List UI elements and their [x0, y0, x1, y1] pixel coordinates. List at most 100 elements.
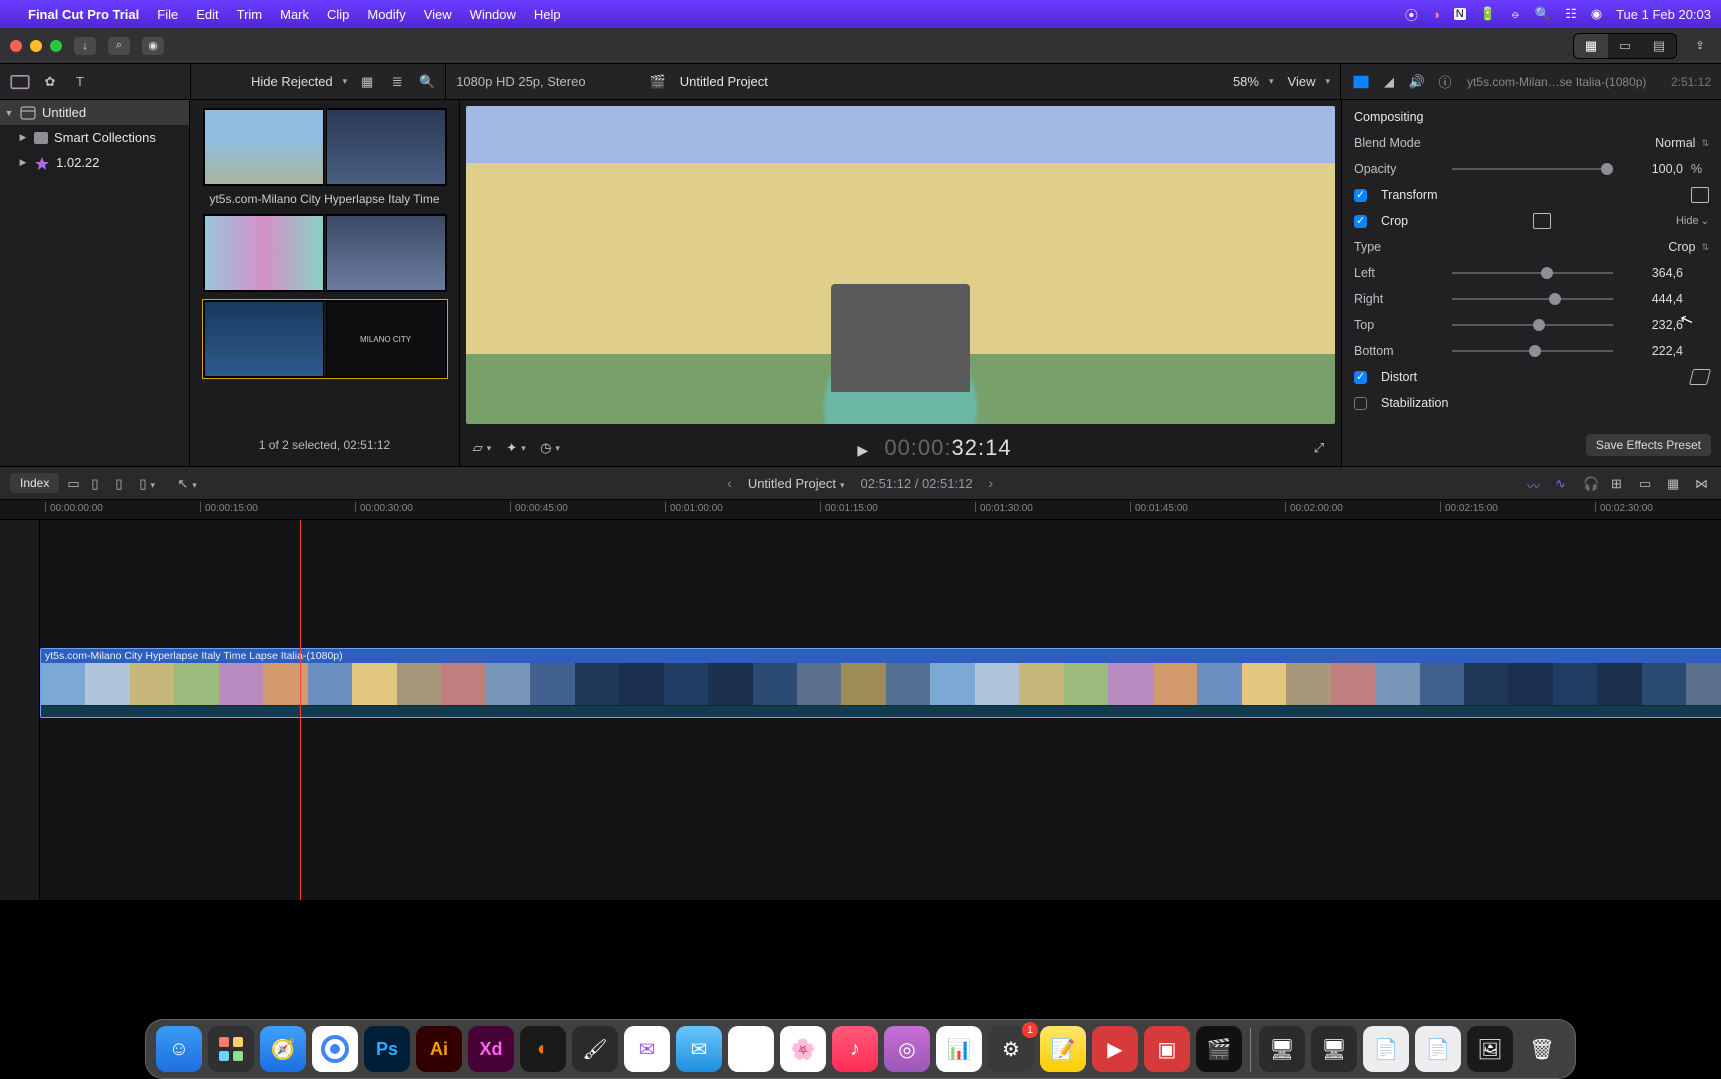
retime-tool-button[interactable]: ◷ — [538, 438, 562, 458]
event-row[interactable]: ▶ 1.02.22 — [0, 150, 189, 175]
timeline-history-fwd[interactable]: › — [989, 475, 994, 491]
dock-blender[interactable]: ◐ — [520, 1026, 566, 1072]
stabilization-checkbox[interactable] — [1354, 397, 1367, 410]
timeline-clip[interactable]: yt5s.com-Milano City Hyperlapse Italy Ti… — [40, 648, 1721, 718]
dock-numbers[interactable]: 📊 — [936, 1026, 982, 1072]
dock-trash[interactable]: 🗑 — [1519, 1026, 1565, 1072]
crop-right-value[interactable]: 444,4 — [1621, 292, 1683, 306]
dock-music[interactable]: ♪ — [832, 1026, 878, 1072]
smart-collections-row[interactable]: ▶ Smart Collections — [0, 125, 189, 150]
enhance-tool-button[interactable]: ✦ — [504, 438, 528, 458]
status-wifi-icon[interactable]: ⦵ — [1510, 6, 1521, 22]
menu-modify[interactable]: Modify — [367, 7, 405, 22]
inspector-info-tab[interactable]: ⓘ — [1435, 72, 1455, 92]
solo-icon[interactable]: 🎧 — [1583, 476, 1599, 490]
transform-row[interactable]: Transform — [1350, 182, 1713, 208]
dock-krita[interactable]: 🖌 — [572, 1026, 618, 1072]
distort-row[interactable]: Distort — [1350, 364, 1713, 390]
effects-browser-icon[interactable]: ⋈ — [1695, 476, 1711, 490]
window-fullscreen-button[interactable] — [50, 40, 62, 52]
distort-checkbox[interactable] — [1354, 371, 1367, 384]
audio-skimming-icon[interactable]: ∿ — [1555, 476, 1571, 490]
clip-filter-dropdown[interactable]: Hide Rejected — [251, 74, 347, 89]
save-effects-preset-button[interactable]: Save Effects Preset — [1586, 434, 1711, 456]
timeline-index-button[interactable]: Index — [10, 473, 59, 493]
viewer-preview[interactable] — [466, 106, 1335, 424]
blend-mode-dropdown[interactable]: Normal — [1655, 136, 1709, 150]
clip-display-icon[interactable]: ≣ — [387, 72, 407, 92]
background-tasks-button[interactable]: ◉ — [142, 37, 164, 55]
select-tool-dropdown[interactable]: ↖ — [177, 476, 193, 490]
dock-finder[interactable]: ☺ — [156, 1026, 202, 1072]
timeline-ruler[interactable]: 00:00:00:00 00:00:15:00 00:00:30:00 00:0… — [0, 500, 1721, 520]
transform-checkbox[interactable] — [1354, 189, 1367, 202]
dock-recent-5[interactable]: 🖼 — [1467, 1026, 1513, 1072]
dock-photoshop[interactable]: Ps — [364, 1026, 410, 1072]
status-notion-icon[interactable]: N — [1454, 8, 1466, 20]
crop-bottom-slider[interactable] — [1452, 344, 1613, 358]
crop-top-value[interactable]: 232,6 — [1621, 318, 1683, 332]
photos-sidebar-icon[interactable]: ✿ — [40, 72, 60, 92]
inspector-audio-tab[interactable]: 🔊 — [1407, 72, 1427, 92]
status-siri-icon[interactable]: ◉ — [1591, 6, 1602, 22]
status-creative-cloud-icon[interactable]: ◑ — [1432, 7, 1440, 22]
disclosure-triangle-icon[interactable]: ▼ — [4, 108, 14, 118]
timeline[interactable]: yt5s.com-Milano City Hyperlapse Italy Ti… — [0, 520, 1721, 900]
dock-recent-1[interactable]: 🖥 — [1259, 1026, 1305, 1072]
crop-left-slider[interactable] — [1452, 266, 1613, 280]
window-minimize-button[interactable] — [30, 40, 42, 52]
menu-window[interactable]: Window — [470, 7, 516, 22]
dock-safari[interactable]: 🧭 — [260, 1026, 306, 1072]
clip-grouping-icon[interactable]: ▦ — [357, 72, 377, 92]
timeline-playhead[interactable] — [300, 520, 301, 900]
menu-trim[interactable]: Trim — [237, 7, 263, 22]
inspector-color-tab[interactable]: ◢ — [1379, 72, 1399, 92]
status-record-icon[interactable]: ⦿ — [1405, 5, 1418, 24]
connect-clip-icon[interactable]: ▭ — [67, 476, 83, 490]
play-icon[interactable]: ▶ — [857, 442, 869, 458]
disclosure-triangle-icon[interactable]: ▶ — [18, 132, 28, 143]
browser-clip-2[interactable] — [203, 214, 447, 292]
keyword-editor-button[interactable]: ⌕ — [108, 37, 130, 55]
viewer-zoom-dropdown[interactable]: 58% — [1233, 74, 1274, 89]
library-row[interactable]: ▼ Untitled — [0, 100, 189, 125]
window-close-button[interactable] — [10, 40, 22, 52]
insert-clip-icon[interactable]: ▯ — [91, 476, 107, 490]
crop-top-slider[interactable] — [1452, 318, 1613, 332]
workspace-timeline-button[interactable]: ▭ — [1608, 34, 1642, 58]
crop-left-value[interactable]: 364,6 — [1621, 266, 1683, 280]
dock-xd[interactable]: Xd — [468, 1026, 514, 1072]
timeline-history-back[interactable]: ‹ — [727, 475, 732, 491]
transform-tool-icon[interactable] — [1691, 187, 1709, 203]
dock-illustrator[interactable]: Ai — [416, 1026, 462, 1072]
dock-anydesk-1[interactable]: ▶ — [1092, 1026, 1138, 1072]
opacity-value[interactable]: 100,0 — [1621, 162, 1683, 176]
append-clip-icon[interactable]: ▯ — [115, 476, 131, 490]
crop-right-slider[interactable] — [1452, 292, 1613, 306]
dock-mail[interactable]: ✉ — [676, 1026, 722, 1072]
dock-anydesk-2[interactable]: ▣ — [1144, 1026, 1190, 1072]
dock-podcasts[interactable]: ◎ — [884, 1026, 930, 1072]
browser-clip-1[interactable] — [203, 108, 447, 186]
transform-tool-button[interactable]: ▱ — [470, 438, 494, 458]
dock-maps[interactable]: 🗺 — [728, 1026, 774, 1072]
overwrite-clip-icon[interactable]: ▯ — [139, 476, 155, 490]
workspace-inspector-button[interactable]: ▤ — [1642, 34, 1676, 58]
crop-row[interactable]: Crop Hide — [1350, 208, 1713, 234]
menu-view[interactable]: View — [424, 7, 452, 22]
crop-tool-icon[interactable] — [1533, 213, 1551, 229]
timeline-project-dropdown[interactable]: Untitled Project — [748, 476, 845, 491]
titles-sidebar-icon[interactable]: T — [70, 72, 90, 92]
browser-search-icon[interactable]: 🔍 — [417, 72, 437, 92]
menubar-clock[interactable]: Tue 1 Feb 20:03 — [1616, 7, 1711, 22]
dock-launchpad[interactable] — [208, 1026, 254, 1072]
crop-type-dropdown[interactable]: Crop — [1668, 240, 1709, 254]
menu-edit[interactable]: Edit — [196, 7, 218, 22]
inspector-video-tab[interactable] — [1351, 72, 1371, 92]
library-sidebar-icon[interactable] — [10, 72, 30, 92]
dock-notes[interactable]: 📝 — [1040, 1026, 1086, 1072]
skimming-icon[interactable]: 〰 — [1527, 476, 1543, 490]
fullscreen-button[interactable]: ⤢ — [1307, 438, 1331, 458]
crop-bottom-value[interactable]: 222,4 — [1621, 344, 1683, 358]
stabilization-row[interactable]: Stabilization — [1350, 390, 1713, 416]
